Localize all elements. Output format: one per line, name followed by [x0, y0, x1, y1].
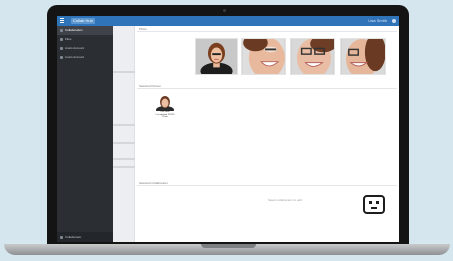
person-sub: Photo [162, 116, 168, 118]
account-icon [60, 47, 63, 50]
robot-mouth [371, 207, 377, 209]
sub-panel-tab[interactable] [113, 142, 135, 144]
sub-panel-tab[interactable] [113, 124, 135, 126]
laptop-bezel: Collab Hub Lisa Smith Collaboration File… [47, 5, 409, 245]
sidebar-item-label: Lisa's Account [65, 46, 85, 50]
laptop-screen: Collab Hub Lisa Smith Collaboration File… [57, 16, 399, 242]
empty-state-text: Select collaborator to add [267, 198, 303, 202]
robot-eye [376, 201, 379, 204]
photo-smile-2[interactable] [290, 38, 335, 75]
collaborator-icon [60, 236, 63, 239]
sidebar-item-account[interactable]: Lisa's Account [57, 44, 113, 53]
sidebar-item-files[interactable]: Files [57, 35, 113, 44]
face-image [242, 39, 285, 74]
top-bar: Collab Hub Lisa Smith [57, 16, 399, 26]
collaboration-icon [60, 29, 63, 32]
robot-eye [369, 201, 372, 204]
photo-smile-1[interactable] [241, 38, 286, 75]
sub-panel-tab[interactable] [113, 158, 135, 160]
sidebar-item-collaboration[interactable]: Collaboration [57, 26, 113, 35]
menu-icon[interactable] [60, 18, 64, 24]
camera-dot [223, 9, 226, 12]
people-heading: Selected Person [137, 84, 397, 89]
person-card[interactable]: Lisa Smith Last updated 3/21/23 Photo [151, 93, 179, 123]
avatar [156, 96, 174, 111]
photo-smile-3[interactable] [340, 38, 386, 75]
face-image [291, 39, 334, 74]
laptop-base [4, 244, 450, 255]
sub-panel-tab[interactable] [113, 166, 135, 168]
robot-icon[interactable] [363, 195, 385, 214]
user-icon[interactable] [392, 19, 396, 23]
photo-portrait[interactable] [195, 38, 238, 75]
sidebar-item-label: Files [65, 37, 72, 41]
photos-heading: Photo [137, 27, 397, 32]
sidebar-footer-label: Collaborator [65, 235, 82, 239]
face-image [341, 39, 385, 74]
sub-panel [113, 26, 135, 242]
sidebar: Collaboration Files Lisa's Account Lisa'… [57, 26, 113, 242]
laptop-notch [201, 244, 256, 248]
user-label[interactable]: Lisa Smith [368, 19, 387, 23]
account-icon [60, 56, 63, 59]
sidebar-item-label: Collaboration [65, 28, 83, 32]
app-brand[interactable]: Collab Hub [71, 18, 95, 24]
sidebar-item-account-2[interactable]: Lisa's Account [57, 53, 113, 62]
sidebar-footer[interactable]: Collaborator [57, 232, 113, 242]
portrait-image [196, 39, 237, 74]
main-content: Photo Selected Person Lisa Smith Last up… [135, 26, 399, 242]
files-icon [60, 38, 63, 41]
sidebar-item-label: Lisa's Account [65, 55, 85, 59]
collab-heading: Selected Collaborator [137, 181, 397, 186]
sub-panel-tab[interactable] [113, 71, 135, 73]
